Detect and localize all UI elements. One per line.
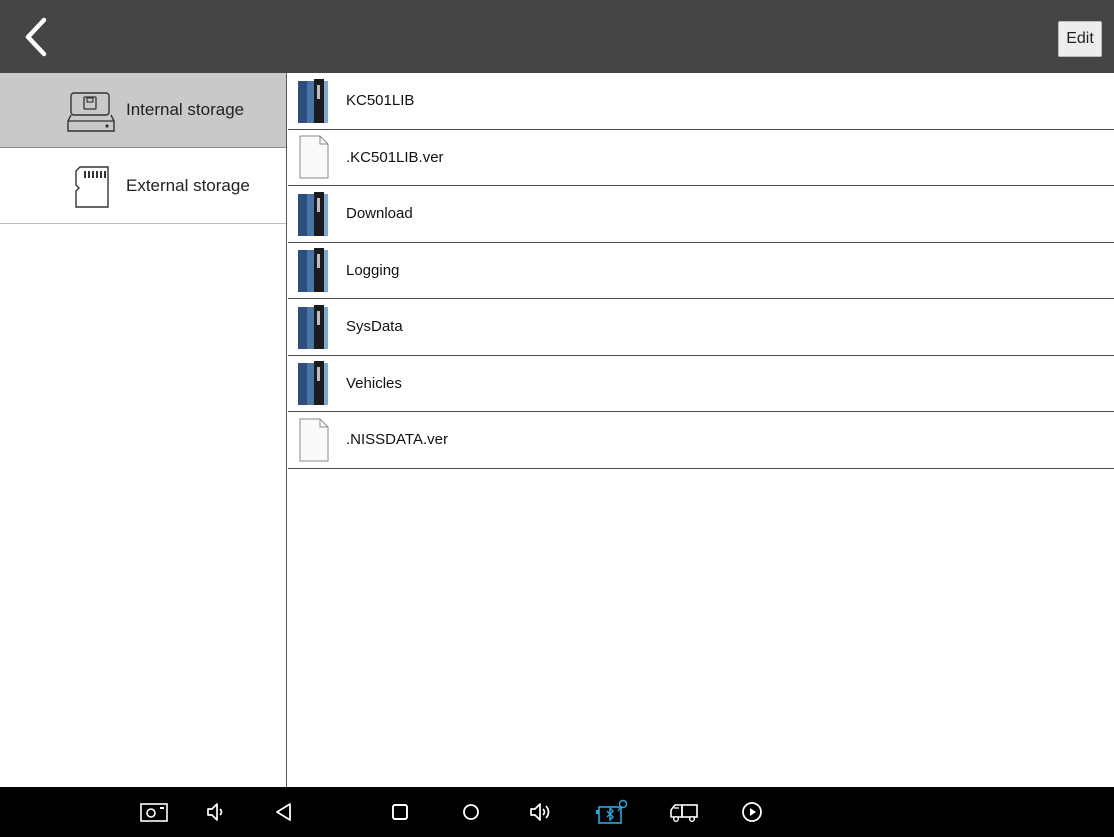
- folder-icon: [298, 78, 328, 123]
- vci-connection-button[interactable]: [596, 796, 628, 828]
- system-nav-bar: [0, 787, 1114, 837]
- nav-recents-button[interactable]: [384, 796, 416, 828]
- volume-up-icon: [530, 803, 550, 821]
- list-item-folder[interactable]: SysData: [288, 299, 1114, 356]
- folder-icon: [298, 361, 328, 406]
- nav-home-button[interactable]: [455, 796, 487, 828]
- hard-drive-icon: [67, 92, 115, 132]
- file-name: Download: [346, 205, 413, 223]
- sidebar-item-external-storage[interactable]: External storage: [0, 149, 286, 224]
- list-item-file[interactable]: .NISSDATA.ver: [288, 412, 1114, 469]
- file-name: Logging: [346, 261, 400, 279]
- storage-sidebar: Internal storage External storage: [0, 73, 287, 787]
- top-bar: Edit: [0, 0, 1114, 73]
- list-item-folder[interactable]: Logging: [288, 243, 1114, 299]
- file-icon: [299, 418, 329, 462]
- list-item-folder[interactable]: Vehicles: [288, 356, 1114, 412]
- list-item-folder[interactable]: Download: [288, 186, 1114, 243]
- sidebar-item-internal-storage[interactable]: Internal storage: [0, 73, 286, 148]
- file-name: KC501LIB: [346, 92, 415, 110]
- back-button[interactable]: [14, 14, 56, 60]
- list-item-file[interactable]: .KC501LIB.ver: [288, 130, 1114, 186]
- chevron-left-icon: [25, 17, 47, 57]
- home-circle-icon: [463, 804, 479, 820]
- play-button[interactable]: [736, 796, 768, 828]
- recents-square-icon: [392, 804, 408, 820]
- edit-button[interactable]: Edit: [1058, 21, 1102, 57]
- back-triangle-icon: [276, 803, 291, 821]
- file-icon: [299, 135, 329, 179]
- vehicle-icon: [670, 804, 698, 822]
- file-name: .KC501LIB.ver: [346, 148, 444, 166]
- volume-down-button[interactable]: [200, 796, 232, 828]
- screenshot-button[interactable]: [138, 796, 170, 828]
- file-list: KC501LIB .KC501LIB.ver Download Logging: [288, 73, 1114, 787]
- file-name: Vehicles: [346, 374, 402, 392]
- file-name: SysData: [346, 318, 403, 336]
- file-name: .NISSDATA.ver: [346, 431, 448, 449]
- folder-icon: [298, 191, 328, 236]
- list-item-folder[interactable]: KC501LIB: [288, 73, 1114, 130]
- sidebar-item-label: External storage: [126, 176, 250, 195]
- nav-back-button[interactable]: [268, 796, 300, 828]
- folder-icon: [298, 248, 328, 293]
- sidebar-item-label: Internal storage: [126, 100, 245, 119]
- sd-card-icon: [75, 166, 109, 208]
- volume-down-icon: [207, 803, 223, 821]
- screenshot-icon: [140, 803, 168, 822]
- volume-up-button[interactable]: [525, 796, 557, 828]
- play-icon: [742, 802, 762, 822]
- vehicle-button[interactable]: [668, 796, 700, 828]
- folder-icon: [298, 304, 328, 349]
- vci-bluetooth-icon: [596, 799, 628, 824]
